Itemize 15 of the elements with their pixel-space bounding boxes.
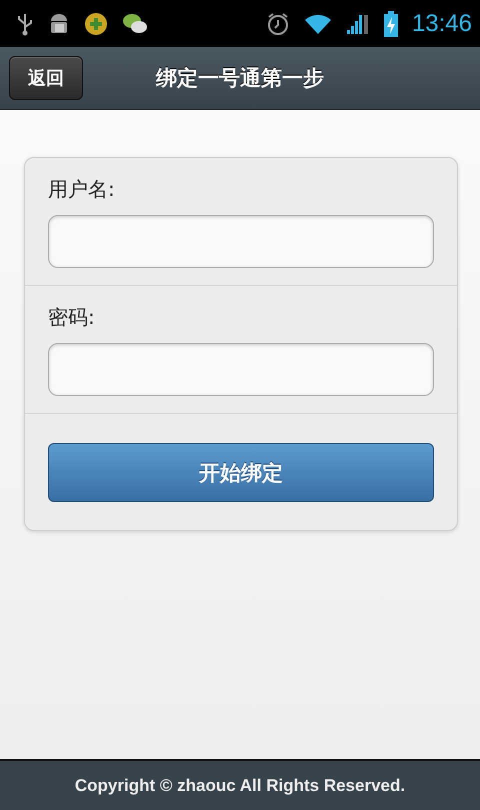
chat-bubbles-icon (122, 12, 148, 36)
back-button[interactable]: 返回 (9, 56, 83, 100)
wifi-icon (304, 12, 332, 34)
start-bind-button[interactable]: 开始绑定 (48, 443, 434, 502)
page-title: 绑定一号通第一步 (156, 65, 324, 92)
field-label: 密码: (48, 304, 96, 331)
plus-badge-icon (84, 12, 108, 36)
battery-charging-icon (384, 10, 398, 36)
usb-icon (16, 12, 34, 36)
clock-time: 13:46 (412, 10, 472, 38)
alarm-clock-icon (266, 12, 290, 36)
field-label: 用户名: (48, 176, 116, 203)
input-field[interactable] (48, 215, 434, 268)
copyright-text: Copyright © zhaouc All Rights Reserved. (74, 776, 406, 796)
input-field[interactable] (48, 343, 434, 396)
